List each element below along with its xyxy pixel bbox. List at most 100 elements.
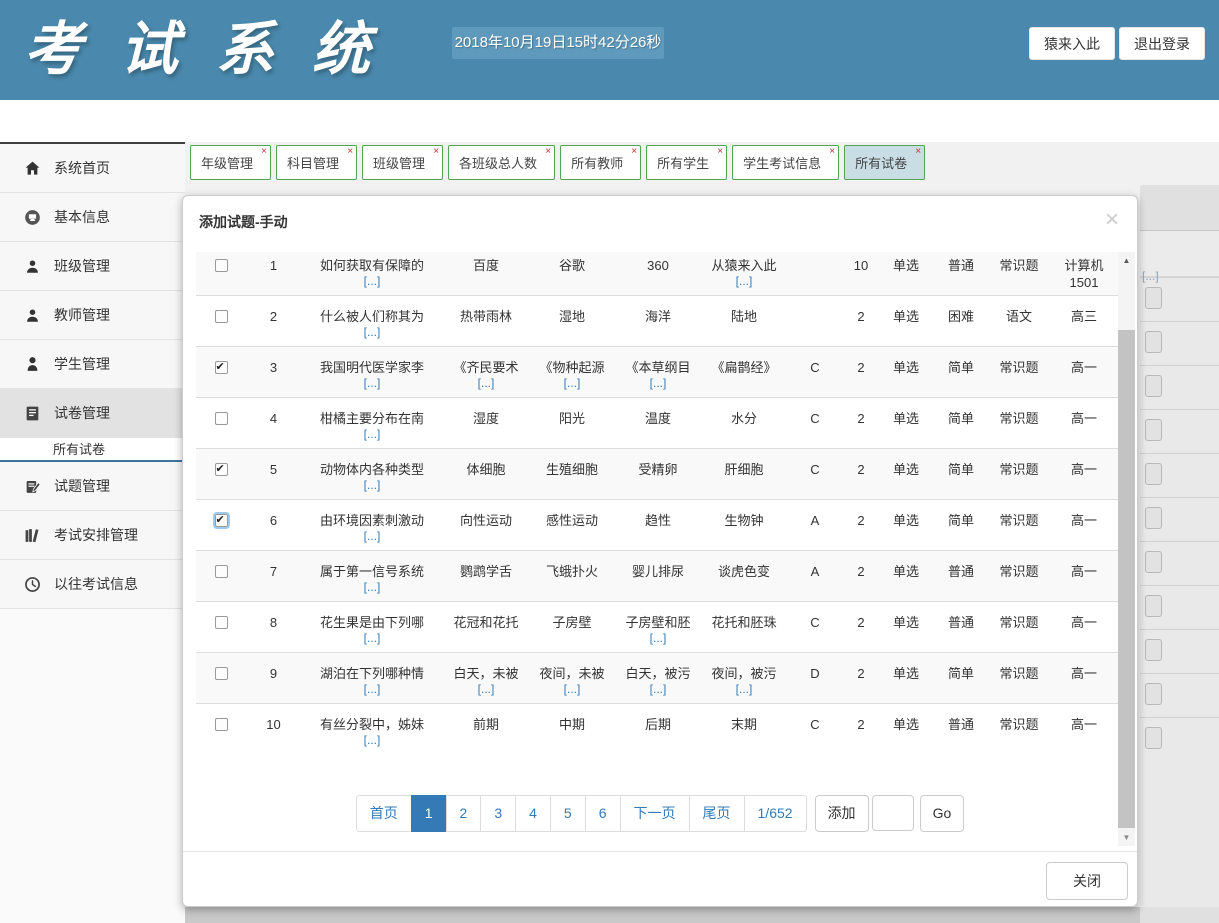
sidebar-item-paper-mgmt[interactable]: 试卷管理: [0, 389, 185, 438]
sidebar-item-class-mgmt[interactable]: 班级管理: [0, 242, 185, 291]
expand-link[interactable]: [...]: [617, 631, 699, 646]
answer-cell: C: [787, 704, 843, 755]
expand-link[interactable]: [...]: [703, 682, 785, 697]
tab-all-students[interactable]: 所有学生×: [646, 145, 727, 180]
tab-close-icon[interactable]: ×: [347, 147, 353, 157]
page-link[interactable]: 1: [411, 795, 447, 832]
tab-close-icon[interactable]: ×: [545, 147, 551, 157]
tab-label: 所有教师: [571, 156, 623, 171]
option-text: 鹦鹉学舌: [460, 564, 512, 579]
expand-link[interactable]: [...]: [303, 427, 441, 442]
tab-close-icon[interactable]: ×: [829, 147, 835, 157]
page-link[interactable]: 3: [480, 795, 516, 832]
type-cell: 单选: [879, 653, 933, 704]
expand-link[interactable]: [...]: [445, 682, 527, 697]
row-checkbox[interactable]: [215, 667, 228, 680]
scroll-up-icon[interactable]: ▲: [1118, 252, 1135, 269]
tab-class-mgmt[interactable]: 班级管理×: [362, 145, 443, 180]
tab-close-icon[interactable]: ×: [915, 147, 921, 157]
expand-link[interactable]: [...]: [617, 682, 699, 697]
sidebar-item-label: 考试安排管理: [54, 525, 138, 545]
background-row-button: [1145, 595, 1162, 617]
sidebar-item-exam-schedule[interactable]: 考试安排管理: [0, 511, 185, 560]
expand-link[interactable]: [...]: [531, 376, 613, 391]
expand-link[interactable]: [...]: [303, 631, 441, 646]
sidebar-subitem-all-papers[interactable]: 所有试卷: [0, 438, 185, 462]
category-cell: 语文: [989, 296, 1049, 347]
expand-link[interactable]: [...]: [303, 529, 441, 544]
option-text: 温度: [645, 411, 671, 426]
tab-label: 学生考试信息: [743, 156, 821, 171]
expand-link[interactable]: [...]: [303, 325, 441, 340]
table-row: 2什么被人们称其为[...]热带雨林湿地海洋陆地2单选困难语文高三: [196, 296, 1119, 347]
page-link[interactable]: 6: [585, 795, 621, 832]
page-link[interactable]: 2: [446, 795, 482, 832]
expand-link[interactable]: [...]: [303, 682, 441, 697]
tab-grade-mgmt[interactable]: 年级管理×: [190, 145, 271, 180]
modal-close-button[interactable]: 关闭: [1046, 862, 1128, 900]
yuan-lai-ru-ci-button[interactable]: 猿来入此: [1029, 27, 1115, 60]
sidebar-item-past-exams[interactable]: 以往考试信息: [0, 560, 185, 609]
sidebar-item-teacher-mgmt[interactable]: 教师管理: [0, 291, 185, 340]
option-text: 热带雨林: [460, 309, 512, 324]
question-text: 什么被人们称其为: [320, 309, 424, 324]
grade-cell: 高一: [1049, 398, 1119, 449]
expand-link[interactable]: [...]: [445, 376, 527, 391]
scroll-down-icon[interactable]: ▼: [1118, 829, 1135, 846]
expand-link[interactable]: [...]: [303, 274, 441, 289]
modal-close-icon[interactable]: ×: [1105, 208, 1119, 232]
page-link[interactable]: 尾页: [689, 795, 745, 832]
expand-link[interactable]: [...]: [303, 733, 441, 748]
file-icon: [24, 405, 41, 422]
modal-scrollbar[interactable]: ▲ ▼: [1118, 252, 1135, 846]
tab-close-icon[interactable]: ×: [433, 147, 439, 157]
row-checkbox[interactable]: ✔: [215, 463, 228, 476]
scrollbar-thumb[interactable]: [1118, 330, 1135, 828]
page-number-input[interactable]: [872, 795, 914, 831]
option-text: 《齐民要术: [453, 360, 518, 375]
sidebar-item-home[interactable]: 系统首页: [0, 144, 185, 193]
row-checkbox[interactable]: ✔: [215, 514, 228, 527]
tab-all-teachers[interactable]: 所有教师 ×: [560, 145, 641, 180]
expand-link[interactable]: [...]: [703, 274, 785, 289]
expand-link[interactable]: [...]: [303, 376, 441, 391]
score-cell: 2: [843, 704, 879, 755]
tab-close-icon[interactable]: ×: [631, 147, 637, 157]
question-text: 有丝分裂中，姊妹: [320, 717, 424, 732]
sidebar-item-student-mgmt[interactable]: 学生管理: [0, 340, 185, 389]
type-cell: 单选: [879, 449, 933, 500]
tab-close-icon[interactable]: ×: [261, 147, 267, 157]
expand-link[interactable]: [...]: [303, 478, 441, 493]
tab-class-totals[interactable]: 各班级总人数×: [448, 145, 555, 180]
row-checkbox[interactable]: [215, 718, 228, 731]
sidebar-item-question-mgmt[interactable]: 试题管理: [0, 462, 185, 511]
option-text: 从猿来入此: [711, 258, 776, 273]
page-link[interactable]: 首页: [356, 795, 412, 832]
page-link[interactable]: 下一页: [620, 795, 690, 832]
page-link[interactable]: 5: [550, 795, 586, 832]
row-checkbox[interactable]: [215, 565, 228, 578]
expand-link[interactable]: [...]: [303, 580, 441, 595]
answer-cell: C: [787, 398, 843, 449]
go-button[interactable]: Go: [920, 795, 965, 832]
row-checkbox[interactable]: [215, 412, 228, 425]
expand-link[interactable]: [...]: [617, 376, 699, 391]
row-checkbox[interactable]: [215, 259, 228, 272]
logout-button[interactable]: 退出登录: [1119, 27, 1205, 60]
add-button[interactable]: 添加: [815, 795, 869, 832]
row-checkbox[interactable]: [215, 310, 228, 323]
tab-student-exam-info[interactable]: 学生考试信息 ×: [732, 145, 839, 180]
sidebar-item-basic-info[interactable]: 基本信息: [0, 193, 185, 242]
expand-link[interactable]: [...]: [531, 682, 613, 697]
tab-close-icon[interactable]: ×: [717, 147, 723, 157]
tab-subject-mgmt[interactable]: 科目管理×: [276, 145, 357, 180]
row-checkbox[interactable]: [215, 616, 228, 629]
answer-cell: C: [787, 347, 843, 398]
option-text: 湿地: [559, 309, 585, 324]
background-table-row: [1140, 629, 1219, 673]
row-checkbox[interactable]: ✔: [215, 361, 228, 374]
page-link[interactable]: 4: [515, 795, 551, 832]
grade-cell: 高一: [1049, 347, 1119, 398]
background-row-button: [1145, 331, 1162, 353]
tab-all-papers[interactable]: 所有试卷×: [844, 145, 925, 180]
